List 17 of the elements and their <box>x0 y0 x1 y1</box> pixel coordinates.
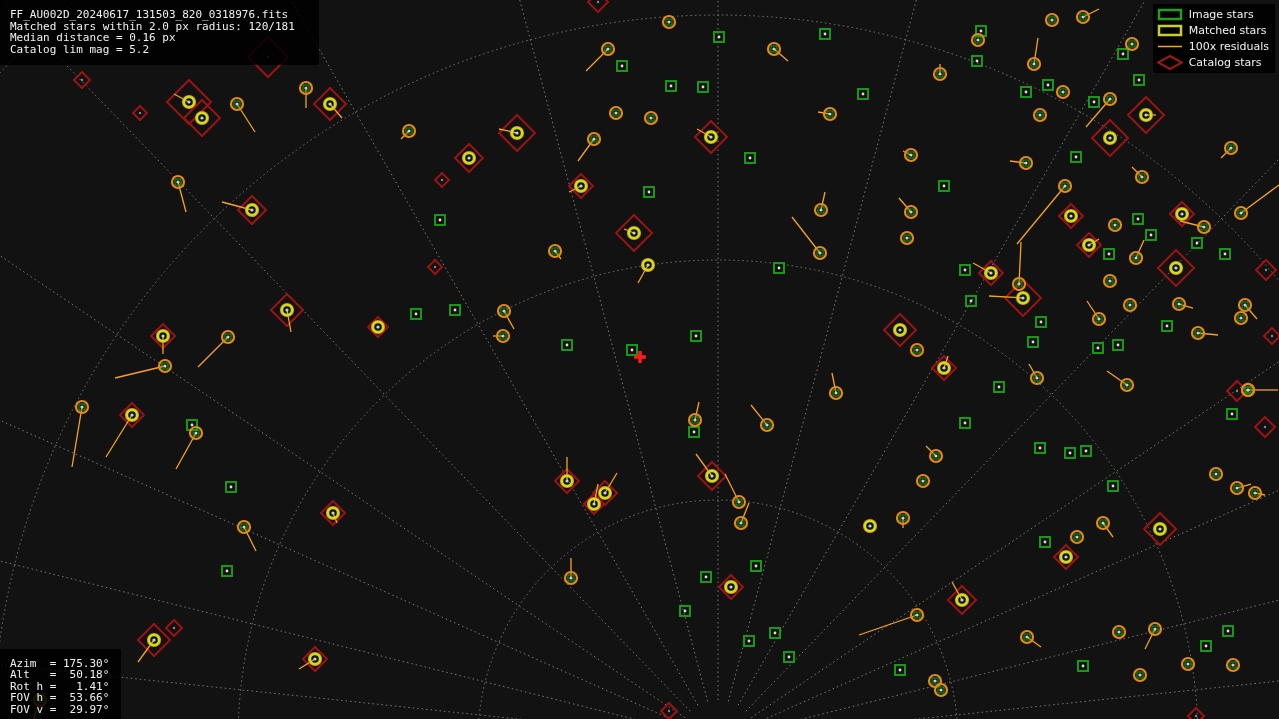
pointing-text: Rot h = 1.41° <box>10 680 110 692</box>
legend-label: Catalog stars <box>1188 56 1262 69</box>
pointing-text: FOV h = 53.66° <box>10 692 110 704</box>
image-star-square-icon <box>1156 7 1183 22</box>
matched-star-square-icon <box>1156 23 1183 38</box>
info-text: FF_AU002D_20240617_131503_820_0318976.fits <box>10 9 290 21</box>
legend-label: Matched stars <box>1188 24 1267 37</box>
pointing-text: Azim = 175.30° <box>10 657 110 669</box>
legend-label: Image stars <box>1188 8 1254 21</box>
pointing-text: FOV v = 29.97° <box>10 703 110 715</box>
crosshair-icon <box>632 349 648 365</box>
pointing-text: Alt = 50.18° <box>10 669 110 681</box>
info-text: Median distance = 0.16 px <box>10 32 176 44</box>
info-text: Matched stars within 2.0 px radius: 120/181 <box>10 20 296 32</box>
legend-label: 100x residuals <box>1188 40 1269 53</box>
info-text: Catalog lim mag = 5.2 <box>10 43 151 55</box>
catalog-diamond-icon <box>1156 55 1183 70</box>
